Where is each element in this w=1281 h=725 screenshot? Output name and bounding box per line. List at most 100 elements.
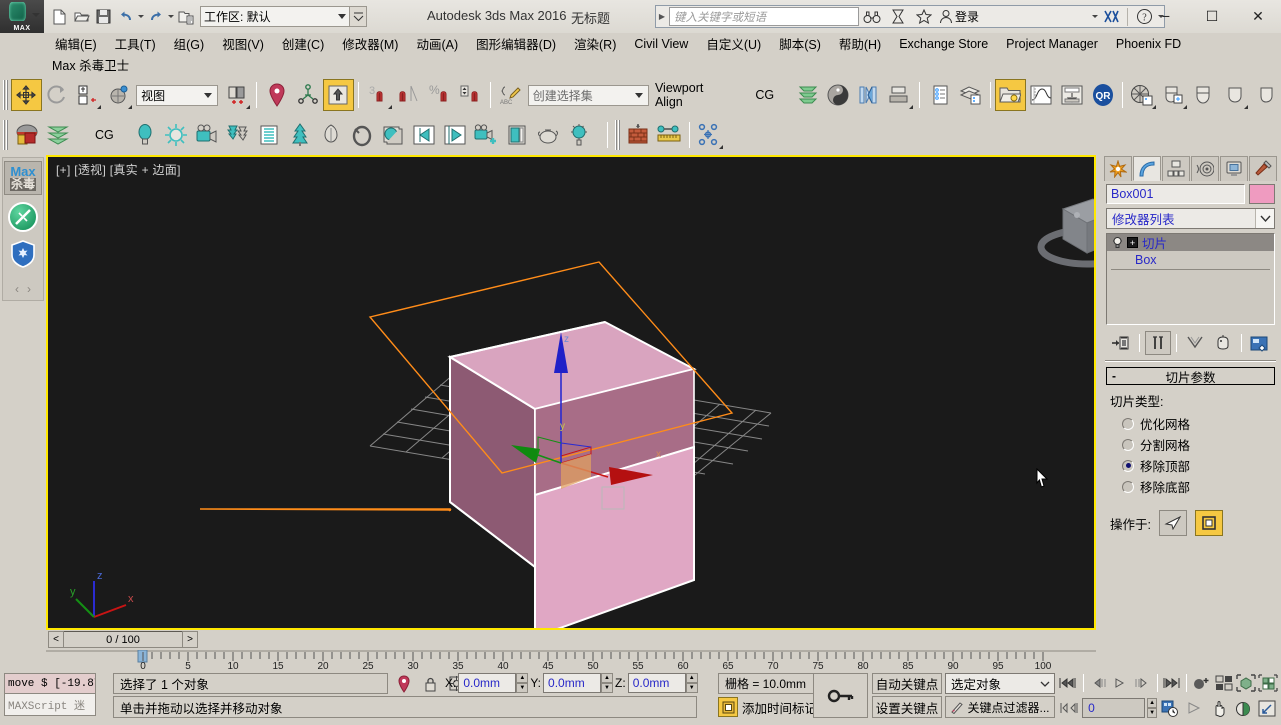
- light-bulb-icon[interactable]: [1112, 236, 1123, 249]
- named-selection-sets-toggle-button[interactable]: [322, 79, 354, 111]
- particle-array-icon[interactable]: [694, 119, 725, 151]
- light-bulb-icon[interactable]: [130, 119, 161, 151]
- make-unique-button[interactable]: [1182, 331, 1208, 355]
- add-time-tag-row[interactable]: 添加时间标记: [718, 696, 817, 718]
- radio-indicator[interactable]: [1122, 417, 1134, 430]
- lamp-icon[interactable]: [564, 119, 595, 151]
- radio-indicator[interactable]: [1122, 459, 1134, 472]
- toggle-scene-explorer-button[interactable]: [994, 79, 1026, 111]
- time-slider[interactable]: < 0 / 100 >: [48, 631, 198, 648]
- render-production-button[interactable]: [1189, 79, 1220, 111]
- rollout-minimize-icon[interactable]: -: [1112, 369, 1116, 383]
- orbit-button[interactable]: [1232, 697, 1254, 719]
- stack-item-slice[interactable]: + 切片: [1107, 234, 1274, 251]
- menu-item-exchange-store[interactable]: Exchange Store: [890, 35, 997, 53]
- close-button[interactable]: ✕: [1235, 0, 1281, 32]
- current-frame-display[interactable]: 0 / 100: [64, 631, 182, 648]
- chevron-down-icon[interactable]: [631, 86, 648, 105]
- window-panel-icon[interactable]: [502, 119, 533, 151]
- edit-named-selection-sets-button[interactable]: ABC: [495, 79, 526, 111]
- remove-modifier-button[interactable]: [1210, 331, 1236, 355]
- infocenter-expand-icon[interactable]: ▶: [656, 12, 668, 21]
- workspace-menu-button[interactable]: [350, 6, 367, 27]
- tab-motion[interactable]: [1191, 156, 1219, 181]
- frame-right-icon[interactable]: [409, 119, 440, 151]
- undo-icon[interactable]: [115, 6, 136, 27]
- select-and-scale-button[interactable]: [73, 79, 104, 111]
- binoculars-icon[interactable]: [859, 6, 885, 27]
- use-pivot-point-center-button[interactable]: [222, 79, 253, 111]
- set-project-folder-icon[interactable]: [175, 6, 196, 27]
- teapot-icon[interactable]: [533, 119, 564, 151]
- toolbar-grip-3[interactable]: [613, 120, 621, 150]
- menu-item-civil-view[interactable]: Civil View: [625, 35, 697, 53]
- goto-start-button[interactable]: [1058, 672, 1079, 694]
- star-icon[interactable]: [911, 6, 937, 27]
- menu-item-max-antivirus[interactable]: Max 杀毒卫士: [46, 54, 135, 75]
- manage-layers-button[interactable]: [885, 79, 916, 111]
- maxscript-input-line[interactable]: MAXScript 迷: [4, 694, 96, 716]
- save-file-icon[interactable]: [93, 6, 114, 27]
- chevron-down-icon[interactable]: [1255, 209, 1274, 228]
- sidebar-prev-button[interactable]: ‹: [15, 282, 19, 296]
- green-scan-icon[interactable]: [8, 202, 38, 232]
- sun-light-icon[interactable]: [161, 119, 192, 151]
- mirror-button[interactable]: [792, 79, 823, 111]
- menu-item-animation[interactable]: 动画(A): [407, 32, 467, 55]
- redo-icon[interactable]: [145, 6, 166, 27]
- brick-wall-icon[interactable]: [623, 119, 654, 151]
- percent-snap-toggle-button[interactable]: %: [424, 79, 455, 111]
- next-frame-arrow[interactable]: >: [182, 631, 198, 648]
- tab-create[interactable]: [1104, 156, 1132, 181]
- ring-icon[interactable]: [347, 119, 378, 151]
- snaps-toggle-button[interactable]: 3: [363, 79, 394, 111]
- tab-display[interactable]: [1220, 156, 1248, 181]
- menu-item-modifiers[interactable]: 修改器(M): [333, 32, 407, 55]
- render-setup-button[interactable]: [1127, 79, 1158, 111]
- undo-dropdown-icon[interactable]: [138, 15, 144, 18]
- show-end-result-button[interactable]: [1145, 331, 1171, 355]
- selection-filter-combo[interactable]: 选定对象: [945, 673, 1055, 694]
- select-and-rotate-button[interactable]: [42, 79, 73, 111]
- select-and-manipulate-button[interactable]: [261, 79, 292, 111]
- open-file-icon[interactable]: [71, 6, 92, 27]
- menu-item-tools[interactable]: 工具(T): [106, 32, 165, 55]
- expand-modifier-icon[interactable]: +: [1127, 237, 1138, 248]
- modifier-stack[interactable]: + 切片 Box: [1106, 233, 1275, 325]
- coord-z-field[interactable]: 0.0mm: [627, 673, 686, 693]
- pan-view-button[interactable]: [1208, 697, 1230, 719]
- perspective-viewport[interactable]: [+] [透视] [真实 + 边面] z x y z x y: [48, 157, 1094, 628]
- time-tag-icon[interactable]: [718, 697, 738, 717]
- zoom-all-button[interactable]: [1213, 672, 1234, 694]
- layer-manager-button[interactable]: [854, 79, 885, 111]
- maxscript-mini-listener[interactable]: move $ [-19.87( MAXScript 迷: [4, 673, 96, 716]
- stack-item-box[interactable]: Box: [1107, 251, 1274, 268]
- toggle-scene-explorer-list-button[interactable]: [924, 79, 955, 111]
- menu-item-graph-editors[interactable]: 图形编辑器(D): [467, 32, 565, 55]
- zoom-extents-all-button[interactable]: [1257, 672, 1278, 694]
- coord-z-spinner[interactable]: ▲ ▼: [685, 673, 698, 693]
- minimize-button[interactable]: −: [1143, 0, 1189, 32]
- maximize-viewport-toggle-button[interactable]: [1256, 697, 1278, 719]
- rendered-frame-window-button[interactable]: [1158, 79, 1189, 111]
- camera-icon[interactable]: [192, 119, 223, 151]
- sphere-stack-icon[interactable]: [378, 119, 409, 151]
- modifier-list-combo[interactable]: 修改器列表: [1106, 208, 1275, 229]
- rollout-header-slice-params[interactable]: - 切片参数: [1106, 367, 1275, 385]
- chevron-down-icon[interactable]: [32, 13, 40, 17]
- menu-item-help[interactable]: 帮助(H): [830, 32, 890, 55]
- zoom-button[interactable]: [1191, 672, 1212, 694]
- chevron-down-icon[interactable]: [1040, 677, 1050, 691]
- subscription-icon[interactable]: [885, 6, 911, 27]
- coord-x-spinner[interactable]: ▲ ▼: [516, 673, 529, 693]
- foliage-icon[interactable]: [223, 119, 254, 151]
- spinner-snap-toggle-button[interactable]: [455, 79, 486, 111]
- previous-frame-button[interactable]: [1088, 672, 1109, 694]
- object-color-swatch[interactable]: [1249, 184, 1275, 204]
- auto-key-button[interactable]: 自动关键点: [872, 673, 942, 694]
- maxscript-output-line[interactable]: move $ [-19.87(: [4, 673, 96, 694]
- current-frame-field[interactable]: 0: [1082, 698, 1145, 718]
- chevron-stack-icon[interactable]: [42, 119, 73, 151]
- blue-shield-icon[interactable]: [8, 239, 38, 269]
- exchange-icon[interactable]: [1098, 6, 1124, 27]
